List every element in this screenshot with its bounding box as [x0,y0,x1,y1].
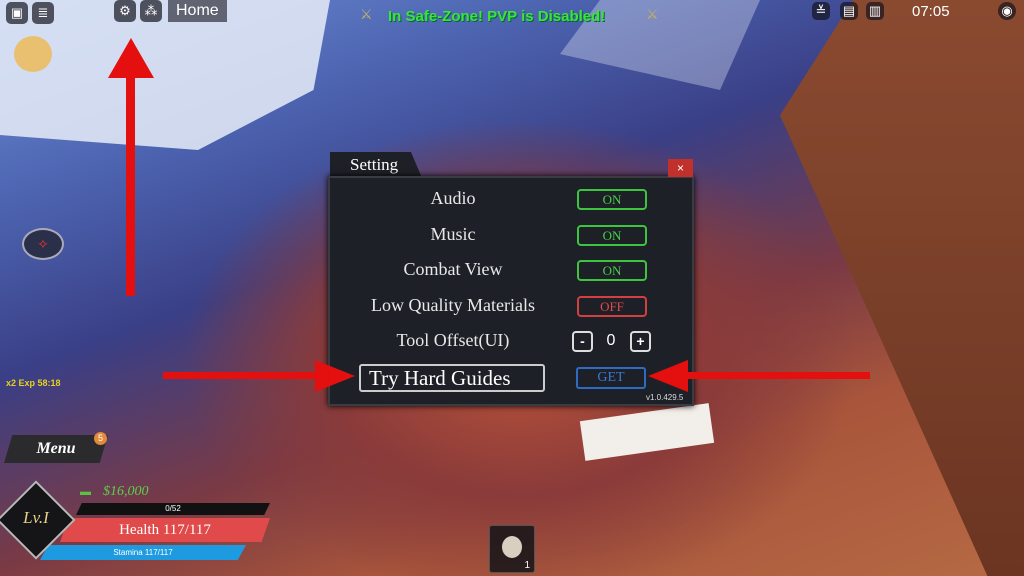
annotation-arrow-right [163,372,323,379]
increment-button[interactable]: + [630,331,651,352]
home-button[interactable]: Home [168,0,227,22]
safe-zone-text: In Safe-Zone! PVP is Disabled! [388,8,606,25]
scene-wall [780,0,1024,576]
low-quality-label: Low Quality Materials [371,295,535,315]
annotation-arrow-left [685,372,870,379]
annotation-arrow-up [126,70,135,296]
get-button[interactable]: GET [576,367,646,389]
decrement-button[interactable]: - [572,331,593,352]
scene-plank [579,403,715,461]
stats-icon[interactable]: ▥ [866,2,884,20]
cash-icon: ▬ [80,486,91,498]
money: $16,000 [103,484,149,499]
exp-boost: x2 Exp 58:18 [6,378,61,388]
compass-icon[interactable]: ✧ [22,228,64,260]
stamina-bar: Stamina 117/117 [40,545,246,560]
xp-bar: 0/52 [76,503,270,515]
low-quality-toggle[interactable]: OFF [577,296,647,317]
code-input[interactable]: Try Hard Guides [359,364,545,392]
avatar[interactable] [14,36,52,72]
hotbar-slot[interactable]: 1 [489,525,535,573]
settings-round-icon[interactable]: ◉ [998,2,1016,20]
fist-icon [502,536,522,558]
music-label: Music [430,224,476,244]
clock: 07:05 [912,3,950,20]
layers-icon[interactable]: ≚ [812,2,830,20]
roblox-icon[interactable]: ▣ [6,2,28,24]
audio-toggle[interactable]: ON [577,189,647,210]
swords-icon: ⚔ [360,6,373,22]
settings-title: Setting [330,152,422,178]
tool-offset-value: 0 [606,332,616,349]
tool-offset-label: Tool Offset(UI) [396,330,510,350]
health-bar: Health 117/117 [60,518,270,542]
menu-badge: 5 [94,432,107,445]
players-icon[interactable]: ⁂ [140,0,162,22]
level: Lv.I [23,508,49,527]
chat-icon[interactable]: ≣ [32,2,54,24]
gear-icon[interactable]: ⚙ [114,0,136,22]
book-icon[interactable]: ▤ [840,2,858,20]
version-label: v1.0.429.5 [646,393,684,402]
menu-button[interactable]: Menu [4,435,108,463]
hotbar-slot-number: 1 [524,560,530,571]
combat-view-label: Combat View [403,259,503,279]
audio-label: Audio [430,188,476,208]
swords-icon: ⚔ [646,6,659,22]
combat-view-toggle[interactable]: ON [577,260,647,281]
close-button[interactable]: × [668,159,693,177]
music-toggle[interactable]: ON [577,225,647,246]
